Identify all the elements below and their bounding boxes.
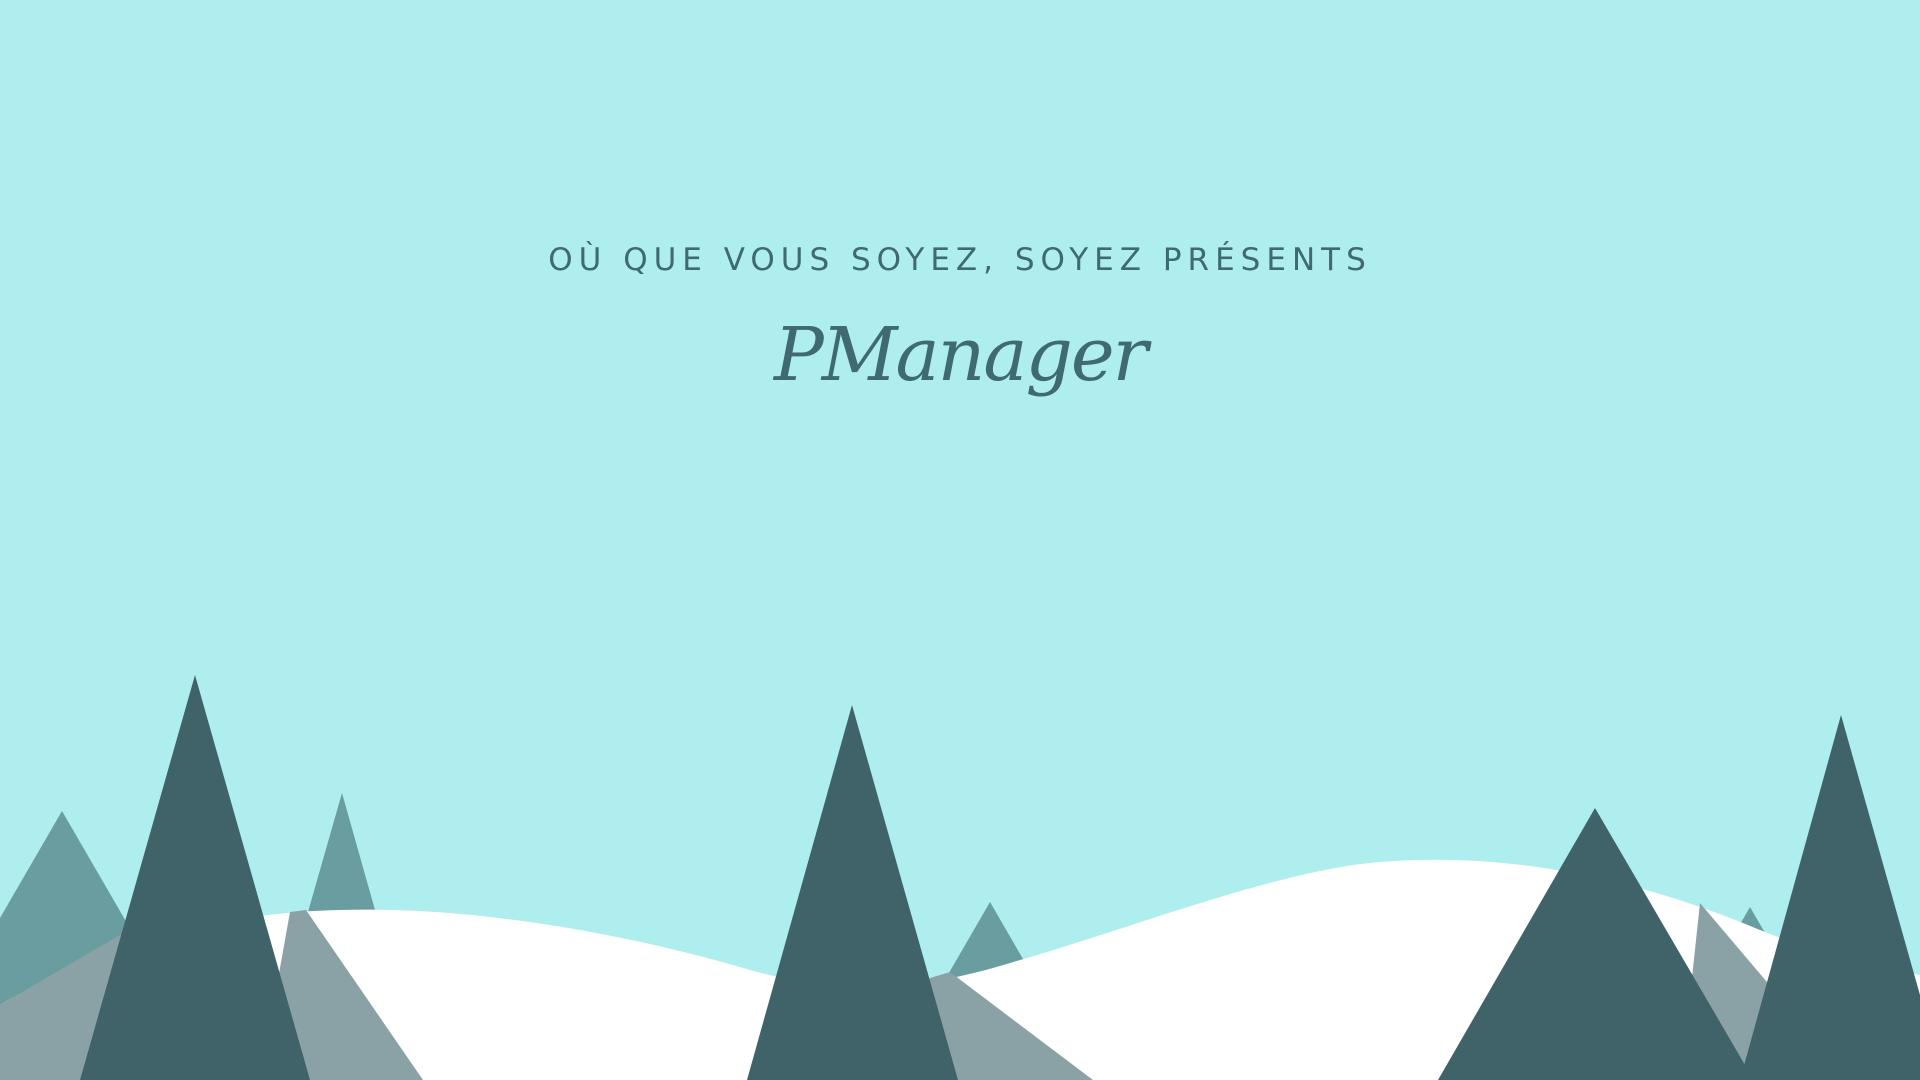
tagline: OÙ QUE VOUS SOYEZ, SOYEZ PRÉSENTS — [548, 242, 1372, 278]
winter-landscape — [0, 0, 1920, 1080]
brand-name: PManager — [774, 312, 1148, 398]
